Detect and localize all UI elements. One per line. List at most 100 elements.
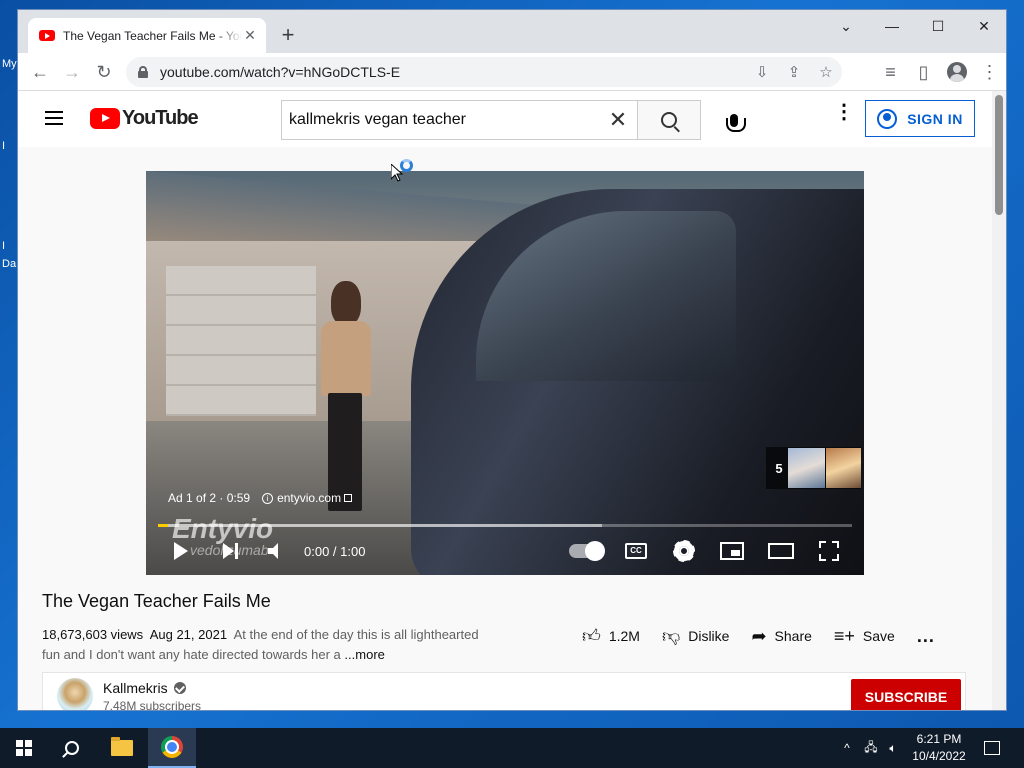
next-video-thumbnail	[826, 448, 861, 488]
ad-skip-preview[interactable]: 5	[766, 447, 861, 489]
next-button[interactable]	[218, 535, 244, 567]
volume-icon	[268, 543, 286, 559]
share-label: Share	[774, 628, 812, 644]
yt-header: YouTube kallmekris vegan teacher ✕ ⋮ SIG…	[18, 91, 994, 147]
ad-label: Ad 1 of 2 · 0:59	[168, 491, 251, 505]
ad-domain[interactable]: entyvio.com	[277, 491, 341, 505]
start-button[interactable]	[0, 728, 48, 768]
captions-icon: CC	[625, 543, 647, 559]
upload-date: Aug 21, 2021	[149, 627, 228, 642]
play-button[interactable]	[168, 535, 194, 567]
search-input[interactable]: kallmekris vegan teacher	[289, 111, 598, 129]
back-button[interactable]: ←	[25, 57, 55, 87]
clear-search-icon[interactable]: ✕	[598, 107, 638, 133]
theater-mode-icon	[768, 543, 794, 559]
desktop-icon-label[interactable]: My	[2, 58, 17, 70]
channel-name-row[interactable]: Kallmekris	[103, 680, 186, 696]
bookmark-star-icon[interactable]: ☆	[810, 63, 842, 81]
page-scrollbar[interactable]	[992, 91, 1006, 710]
channel-name[interactable]: Kallmekris	[103, 680, 168, 696]
verified-badge-icon	[173, 682, 186, 694]
thumbs-up-icon: 👍︎	[582, 626, 601, 646]
like-button[interactable]: 👍︎ 1.2M	[582, 625, 640, 647]
taskbar-search-button[interactable]	[48, 728, 96, 768]
clock-date: 10/4/2022	[912, 749, 966, 763]
show-more-link[interactable]: ...more	[344, 647, 384, 662]
chrome-taskbar-button[interactable]	[148, 728, 196, 768]
settings-menu-icon[interactable]: ⋮	[834, 102, 854, 122]
side-panel-icon[interactable]: ▯	[907, 57, 940, 87]
chrome-window: The Vegan Teacher Fails Me - YouTube ✕ +…	[17, 9, 1007, 711]
share-arrow-icon: ➦	[751, 625, 767, 646]
taskbar-clock[interactable]: 6:21 PM 10/4/2022	[902, 731, 976, 765]
sign-in-button[interactable]: SIGN IN	[865, 100, 975, 137]
hamburger-menu-icon[interactable]	[45, 111, 63, 125]
tab-search-dropdown-icon[interactable]: ⌄	[823, 10, 869, 42]
dislike-button[interactable]: 👎︎ Dislike	[662, 625, 730, 647]
lock-icon[interactable]	[138, 66, 148, 78]
new-tab-button[interactable]: +	[276, 23, 300, 47]
video-frame-person	[316, 281, 376, 511]
desktop-icon-label[interactable]: I	[2, 140, 5, 152]
chrome-menu-icon[interactable]: ⋮	[973, 57, 1006, 87]
microphone-icon	[726, 113, 746, 132]
miniplayer-icon	[720, 542, 744, 560]
like-count: 1.2M	[608, 628, 640, 644]
ad-info-icon[interactable]: i	[262, 492, 274, 504]
progress-bar[interactable]	[158, 524, 852, 527]
mute-button[interactable]	[264, 535, 290, 567]
youtube-logo[interactable]: YouTube	[90, 107, 199, 130]
profile-avatar-icon	[946, 62, 967, 82]
notifications-button[interactable]	[982, 728, 1002, 768]
install-app-icon[interactable]: ⇩	[746, 63, 778, 81]
forward-button[interactable]: →	[57, 57, 87, 87]
tab-close-icon[interactable]: ✕	[242, 27, 258, 44]
file-explorer-button[interactable]	[98, 728, 146, 768]
minimize-button[interactable]: —	[869, 10, 915, 42]
maximize-button[interactable]: ☐	[915, 10, 961, 42]
theater-mode-button[interactable]	[766, 535, 796, 567]
save-label: Save	[862, 628, 895, 644]
player-controls: 0:00 / 1:00 CC	[146, 535, 864, 567]
settings-button[interactable]	[671, 535, 697, 567]
progress-played	[158, 524, 168, 527]
address-bar[interactable]: youtube.com/watch?v=hNGoDCTLS-E ⇩ ⇪ ☆	[126, 57, 842, 87]
subscribe-button[interactable]: SUBSCRIBE	[851, 679, 961, 710]
network-icon[interactable]: 🖧	[862, 728, 880, 768]
video-frame-garage	[166, 266, 316, 416]
media-controls-icon[interactable]: ≡	[874, 57, 907, 87]
miniplayer-button[interactable]	[719, 535, 745, 567]
channel-avatar[interactable]	[57, 678, 93, 710]
share-icon[interactable]: ⇪	[778, 63, 810, 81]
tab-youtube[interactable]: The Vegan Teacher Fails Me - YouTube ✕	[28, 18, 266, 53]
voice-search-button[interactable]	[718, 104, 750, 136]
profile-button[interactable]	[940, 57, 973, 87]
share-button[interactable]: ➦ Share	[751, 626, 811, 647]
desktop-icon-label[interactable]: Da	[2, 258, 16, 270]
sign-in-label: SIGN IN	[907, 110, 963, 127]
fullscreen-button[interactable]	[816, 535, 842, 567]
autoplay-toggle[interactable]	[566, 535, 606, 567]
desktop-icon-label[interactable]: I	[2, 240, 5, 252]
search-button[interactable]	[637, 100, 701, 140]
video-title: The Vegan Teacher Fails Me	[42, 591, 271, 611]
ad-domain-link[interactable]: entyvio.com	[277, 491, 353, 505]
dislike-label: Dislike	[688, 628, 730, 644]
save-button[interactable]: ≡+ Save	[834, 626, 895, 647]
video-player[interactable]: Ad 1 of 2 · 0:59 i entyvio.com Entyvio v…	[146, 171, 864, 575]
video-description[interactable]: 18,673,603 views Aug 21, 2021 At the end…	[42, 625, 492, 665]
skip-countdown: 5	[775, 460, 783, 476]
tray-overflow-chevron-icon[interactable]: ^	[838, 728, 856, 768]
browser-toolbar: ← → ↻ youtube.com/watch?v=hNGoDCTLS-E ⇩ …	[18, 53, 1006, 91]
more-actions-button[interactable]: ...	[917, 626, 935, 647]
search-box[interactable]: kallmekris vegan teacher ✕	[281, 100, 638, 140]
youtube-wordmark: YouTube	[122, 107, 199, 129]
tab-title: The Vegan Teacher Fails Me - YouTube	[63, 28, 242, 43]
tab-strip: The Vegan Teacher Fails Me - YouTube ✕ +…	[18, 10, 1006, 53]
volume-tray-icon[interactable]: 🔈︎	[884, 728, 902, 768]
captions-button[interactable]: CC	[623, 535, 649, 567]
close-window-button[interactable]: ✕	[961, 10, 1006, 42]
scrollbar-thumb[interactable]	[995, 95, 1003, 215]
url-text[interactable]: youtube.com/watch?v=hNGoDCTLS-E	[160, 64, 746, 80]
reload-button[interactable]: ↻	[89, 57, 119, 87]
